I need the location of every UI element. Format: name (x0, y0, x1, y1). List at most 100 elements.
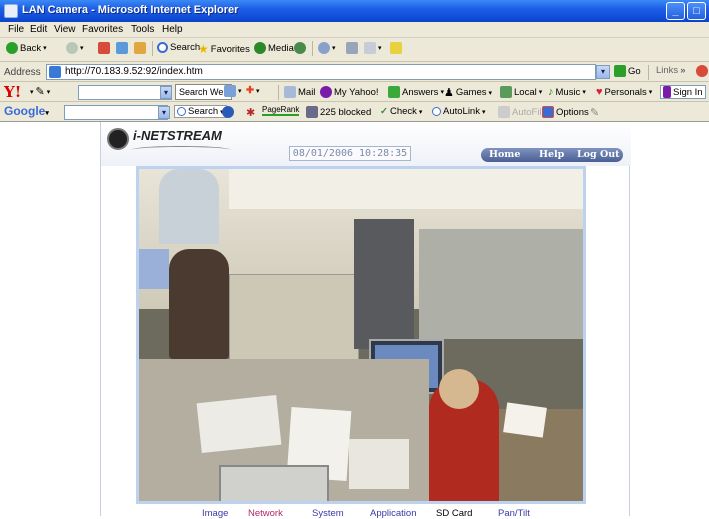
go-arrow-icon (614, 65, 626, 77)
personals-button[interactable]: ♥ Personals ▾ (596, 86, 652, 98)
tab-network[interactable]: Network (248, 508, 283, 519)
maximize-button[interactable]: □ (687, 2, 706, 20)
pencil-icon: ✎ (35, 86, 45, 98)
window-title: LAN Camera - Microsoft Internet Explorer (22, 4, 239, 16)
search-button[interactable]: Search (157, 42, 200, 53)
menu-view[interactable]: View (54, 24, 76, 35)
pencil-icon: ✎ (590, 107, 600, 119)
search-icon (177, 107, 186, 116)
tab-application[interactable]: Application (370, 508, 416, 519)
games-button[interactable]: ♟ Games ▾ (444, 86, 492, 99)
tab-sd-card[interactable]: SD Card (436, 508, 472, 519)
my-yahoo-button[interactable]: My Yahoo! (320, 86, 379, 98)
menu-edit[interactable]: Edit (30, 24, 47, 35)
google-search-input[interactable] (64, 105, 168, 120)
autofill-button[interactable]: AutoFill (498, 106, 544, 118)
spellcheck-button[interactable]: ✓ Check ▾ (380, 106, 422, 117)
chevron-down-icon: ▾ (30, 88, 34, 96)
google-search-button[interactable]: Search ▾ (174, 105, 227, 118)
page-icon (49, 66, 61, 78)
toolbar-separator (278, 85, 279, 100)
options-icon (542, 106, 554, 118)
bookmark-icon (224, 85, 236, 97)
tab-image[interactable]: Image (202, 508, 228, 519)
chevron-down-icon: ▾ (80, 45, 84, 52)
yahoo-plus-button[interactable]: ✚ ▾ (246, 85, 259, 96)
address-input[interactable]: http://70.183.9.52:92/index.htm (46, 64, 596, 80)
chevron-down-icon: ▾ (45, 110, 49, 117)
mail-button[interactable]: ▾ (318, 42, 336, 54)
highlight-button[interactable]: ✎ (590, 106, 599, 119)
autofill-icon (498, 106, 510, 118)
chevron-down-icon: ▾ (481, 108, 486, 116)
links-button[interactable]: Links » (656, 65, 685, 76)
links-extra-icon[interactable] (696, 65, 708, 77)
check-icon: ✓ (380, 106, 388, 117)
tab-system[interactable]: System (312, 508, 344, 519)
brand-logo-icon (107, 128, 129, 150)
chevron-right-icon: » (680, 65, 686, 76)
google-logo[interactable]: Google▾ (4, 104, 49, 118)
menu-help[interactable]: Help (162, 24, 183, 35)
yahoo-search-input[interactable] (78, 85, 172, 100)
page-content: i-NETSTREAM 08/01/2006 10:28:35 Home Hel… (0, 122, 709, 519)
minimize-button[interactable]: _ (666, 2, 685, 20)
partition-dark (354, 219, 414, 349)
chevron-down-icon: ▾ (488, 89, 493, 97)
my-yahoo-icon (320, 86, 332, 98)
popup-blocker[interactable]: 225 blocked (306, 106, 371, 118)
back-button[interactable]: Back ▾ (6, 42, 47, 54)
print-button[interactable] (346, 42, 358, 54)
menu-tools[interactable]: Tools (131, 24, 154, 35)
yahoo-search-dropdown[interactable]: ▾ (160, 86, 172, 99)
forward-button[interactable]: ▾ (66, 42, 84, 54)
seated-person-left (169, 249, 229, 359)
answers-button[interactable]: Answers ▾ (388, 86, 444, 98)
edit-page-icon (364, 42, 376, 54)
menu-file[interactable]: File (8, 24, 24, 35)
sign-in-button[interactable]: Sign In (660, 85, 706, 99)
sign-in-icon (663, 86, 671, 98)
plus-icon: ✚ (246, 85, 254, 96)
home-button[interactable] (134, 42, 146, 54)
chevron-down-icon: ▾ (582, 89, 586, 96)
favorites-button[interactable]: ★ Favorites (198, 42, 250, 56)
music-button[interactable]: ♪ Music ▾ (548, 86, 586, 98)
go-button[interactable]: Go (614, 65, 641, 77)
messenger-button[interactable] (390, 42, 402, 54)
options-button[interactable]: Options (542, 106, 589, 118)
forward-arrow-icon (66, 42, 78, 54)
print-icon (346, 42, 358, 54)
autolink-button[interactable]: AutoLink ▾ (432, 106, 486, 117)
yahoo-bookmarks-button[interactable]: ▾ (224, 85, 242, 97)
yahoo-mail-button[interactable]: Mail (284, 86, 315, 98)
stop-button[interactable] (98, 42, 110, 54)
standard-toolbar: Back ▾ ▾ Search ★ Favorites Media ▾ ▾ (0, 38, 709, 62)
edit-button[interactable]: ▾ (364, 42, 382, 54)
camera-video-feed[interactable] (136, 166, 586, 504)
folder-icon (390, 42, 402, 54)
nav-help[interactable]: Help (539, 149, 564, 160)
tab-pan-tilt[interactable]: Pan/Tilt (498, 508, 530, 519)
nav-log-out[interactable]: Log Out (577, 149, 620, 160)
chevron-down-icon: ▾ (238, 88, 242, 95)
address-dropdown-button[interactable]: ▾ (596, 65, 610, 79)
google-search-dropdown[interactable]: ▾ (158, 106, 170, 119)
camera-datetime: 08/01/2006 10:28:35 (289, 146, 411, 161)
google-globe-button[interactable] (222, 106, 234, 118)
chevron-down-icon: ▾ (538, 89, 543, 96)
history-button[interactable] (294, 42, 306, 54)
nav-home[interactable]: Home (489, 149, 520, 160)
ceiling-cabinets (229, 169, 583, 209)
yahoo-logo[interactable]: Y! (4, 83, 21, 101)
camera-nav: Home Help Log Out (481, 148, 623, 162)
media-button[interactable]: Media (254, 42, 294, 54)
google-news-button[interactable]: ✱ (246, 106, 255, 119)
chevron-down-icon: ▾ (255, 87, 260, 95)
menu-favorites[interactable]: Favorites (82, 24, 123, 35)
yahoo-pencil-button[interactable]: ▾ ✎ ▾ (30, 85, 50, 98)
local-button[interactable]: Local ▾ (500, 86, 542, 98)
pagerank-indicator[interactable]: PageRank (262, 105, 300, 116)
stop-icon (98, 42, 110, 54)
refresh-button[interactable] (116, 42, 128, 54)
